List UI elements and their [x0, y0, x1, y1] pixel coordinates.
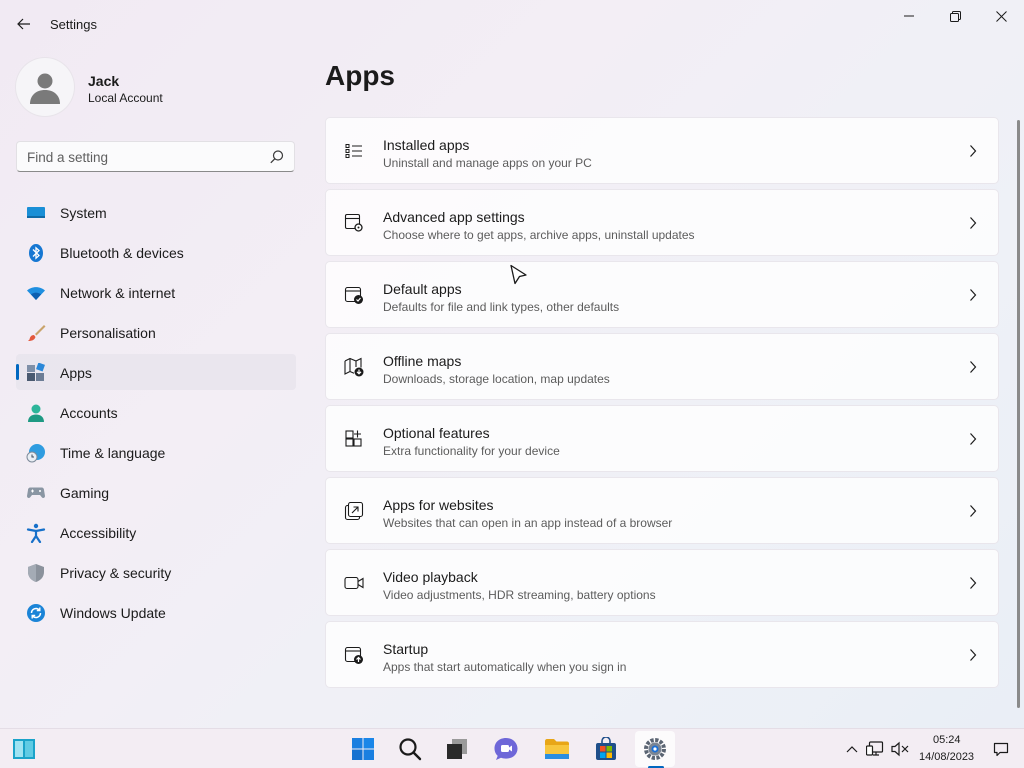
clock-globe-icon: [26, 444, 45, 463]
close-button[interactable]: [978, 0, 1024, 32]
card-optional-features[interactable]: Optional features Extra functionality fo…: [325, 405, 999, 472]
start-button[interactable]: [343, 731, 383, 767]
chevron-right-icon: [970, 145, 977, 157]
page-title: Apps: [325, 60, 395, 91]
close-icon: [995, 10, 1007, 22]
user-profile[interactable]: Jack Local Account: [16, 58, 296, 116]
update-icon: [27, 604, 45, 622]
chat-button[interactable]: [486, 731, 526, 767]
account-type: Local Account: [88, 91, 163, 105]
back-button[interactable]: [10, 10, 38, 38]
scrollbar[interactable]: [1017, 120, 1020, 708]
search-icon: [270, 150, 284, 164]
back-arrow-icon: [17, 18, 30, 30]
teams-chat-icon: [494, 738, 518, 760]
shield-icon: [28, 564, 44, 582]
accounts-icon: [28, 404, 44, 422]
network-wired-icon: [866, 741, 884, 756]
volume-button[interactable]: [889, 731, 911, 767]
taskbar: [0, 728, 1024, 768]
sidebar-item-gaming[interactable]: Gaming: [16, 474, 296, 510]
card-installed-apps[interactable]: Installed apps Uninstall and manage apps…: [325, 117, 999, 184]
card-startup[interactable]: Startup Apps that start automatically wh…: [325, 621, 999, 688]
chevron-right-icon: [970, 505, 977, 517]
video-camera-icon: [344, 576, 364, 590]
default-apps-icon: [344, 286, 363, 304]
title-bar: Settings: [0, 0, 1024, 48]
clock-time[interactable]: 05:24: [933, 734, 961, 746]
task-view-button[interactable]: [437, 731, 477, 767]
window-title: Settings: [50, 17, 97, 32]
sidebar-item-network[interactable]: Network & internet: [16, 274, 296, 310]
sidebar-item-time-language[interactable]: Time & language: [16, 434, 296, 470]
store-icon: [596, 737, 616, 760]
sidebar-item-bluetooth[interactable]: Bluetooth & devices: [16, 234, 296, 270]
minimize-button[interactable]: [886, 0, 932, 32]
clock-date[interactable]: 14/08/2023: [919, 751, 974, 763]
sidebar-item-windows-update[interactable]: Windows Update: [16, 594, 296, 630]
notification-icon: [993, 742, 1009, 757]
sidebar-item-accounts[interactable]: Accounts: [16, 394, 296, 430]
settings-list: Installed apps Uninstall and manage apps…: [325, 117, 999, 693]
search-icon: [399, 738, 422, 761]
file-explorer-button[interactable]: [537, 731, 577, 767]
widgets-icon: [13, 739, 35, 759]
search-placeholder: Find a setting: [27, 150, 109, 165]
wifi-icon: [27, 287, 45, 300]
notifications-button[interactable]: [988, 731, 1014, 767]
list-icon: [345, 144, 362, 158]
app-settings-icon: [344, 213, 363, 232]
bluetooth-icon: [29, 244, 43, 262]
gamepad-icon: [27, 487, 45, 498]
card-advanced-app-settings[interactable]: Advanced app settings Choose where to ge…: [325, 189, 999, 256]
settings-taskbar-button[interactable]: [635, 731, 675, 767]
sidebar-item-apps[interactable]: Apps: [16, 354, 296, 390]
card-offline-maps[interactable]: Offline maps Downloads, storage location…: [325, 333, 999, 400]
sidebar-item-privacy[interactable]: Privacy & security: [16, 554, 296, 590]
chevron-right-icon: [970, 361, 977, 373]
card-apps-for-websites[interactable]: Apps for websites Websites that can open…: [325, 477, 999, 544]
card-default-apps[interactable]: Default apps Defaults for file and link …: [325, 261, 999, 328]
user-silhouette-icon: [30, 73, 60, 104]
speaker-muted-icon: [891, 741, 909, 757]
taskbar-search-button[interactable]: [390, 731, 430, 767]
mouse-cursor-icon: [510, 264, 527, 285]
task-view-icon: [447, 739, 467, 759]
chevron-up-icon: [846, 746, 858, 753]
system-icon: [27, 207, 45, 218]
gear-icon: [644, 738, 666, 760]
show-hidden-icons-button[interactable]: [841, 731, 863, 767]
search-input[interactable]: Find a setting: [16, 141, 295, 172]
accessibility-icon: [26, 523, 46, 543]
minimize-icon: [903, 15, 914, 17]
card-video-playback[interactable]: Video playback Video adjustments, HDR st…: [325, 549, 999, 616]
brush-icon: [28, 325, 46, 341]
chevron-right-icon: [970, 433, 977, 445]
restore-icon: [949, 10, 961, 22]
windows-logo-icon: [352, 738, 374, 760]
widgets-button[interactable]: [4, 731, 44, 767]
maximize-button[interactable]: [932, 0, 978, 32]
sidebar-item-personalisation[interactable]: Personalisation: [16, 314, 296, 350]
network-status-button[interactable]: [864, 731, 886, 767]
sidebar-item-accessibility[interactable]: Accessibility: [16, 514, 296, 550]
folder-icon: [545, 739, 569, 759]
map-download-icon: [344, 357, 364, 377]
chevron-right-icon: [970, 217, 977, 229]
chevron-right-icon: [970, 577, 977, 589]
chevron-right-icon: [970, 289, 977, 301]
chevron-right-icon: [970, 649, 977, 661]
sidebar-nav: System Bluetooth & devices Network & int…: [16, 194, 296, 634]
startup-icon: [344, 646, 363, 664]
avatar: [16, 58, 74, 116]
add-feature-icon: [345, 430, 362, 447]
apps-icon: [27, 363, 45, 381]
store-button[interactable]: [586, 731, 626, 767]
open-external-icon: [344, 501, 364, 521]
user-name: Jack: [88, 73, 120, 89]
sidebar-item-system[interactable]: System: [16, 194, 296, 230]
